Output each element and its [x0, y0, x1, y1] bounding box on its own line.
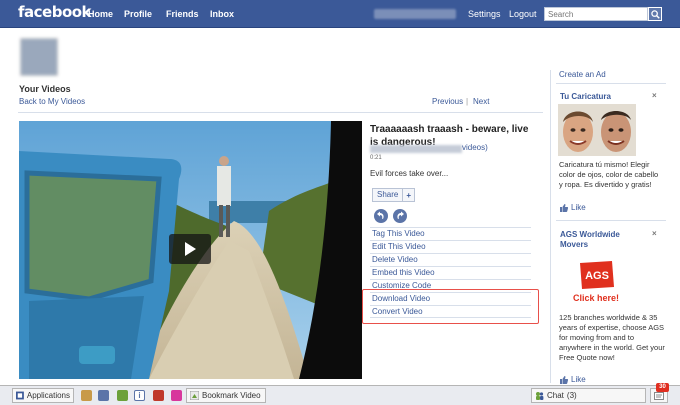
- page-title: Your Videos: [19, 84, 71, 94]
- caricature-faces: [558, 104, 636, 156]
- rotate-left-icon: [377, 211, 384, 219]
- nav-friends-link[interactable]: Friends: [166, 9, 199, 19]
- blurred-username[interactable]: [374, 9, 456, 19]
- ad2-like-button[interactable]: Like: [560, 375, 586, 384]
- next-link[interactable]: Next: [473, 97, 489, 106]
- search-input[interactable]: [544, 7, 648, 21]
- nav-inbox-link[interactable]: Inbox: [210, 9, 234, 19]
- video-duration: 0:21: [370, 155, 382, 161]
- create-ad-link[interactable]: Create an Ad: [559, 70, 606, 79]
- highlight-box: [362, 289, 539, 324]
- top-navigation-bar: facebook Home Profile Friends Inbox Sett…: [0, 0, 680, 28]
- notifications-count-badge: 30: [656, 383, 669, 392]
- ad2-close-icon[interactable]: ×: [652, 229, 657, 238]
- video-player[interactable]: [19, 121, 362, 379]
- right-column-divider: [550, 70, 551, 383]
- share-button[interactable]: Share +: [372, 188, 416, 202]
- ad1-close-icon[interactable]: ×: [652, 91, 657, 100]
- thumbs-up-icon: [560, 375, 568, 384]
- chat-label: Chat: [547, 391, 564, 400]
- blurred-uploader-name[interactable]: [370, 145, 462, 153]
- ad1-text: Caricatura tú mismo! Elegir color de ojo…: [559, 160, 659, 189]
- photos-icon[interactable]: [81, 390, 92, 401]
- ad2-like-label: Like: [571, 375, 586, 384]
- thumbs-up-icon: [560, 203, 568, 212]
- chat-users-icon: [536, 392, 544, 400]
- divider: [556, 220, 666, 221]
- people-icon[interactable]: [117, 390, 128, 401]
- nav-home-link[interactable]: Home: [88, 9, 113, 19]
- rotate-right-button[interactable]: [393, 209, 407, 223]
- ad1-like-label: Like: [571, 203, 586, 212]
- divider: [556, 83, 666, 84]
- pager-separator: |: [466, 97, 469, 106]
- back-to-my-videos-link[interactable]: Back to My Videos: [19, 97, 85, 106]
- delete-video-link[interactable]: Delete Video: [370, 253, 531, 266]
- nav-profile-link[interactable]: Profile: [124, 9, 152, 19]
- search-button[interactable]: [648, 7, 662, 21]
- ags-logo: AGS: [580, 261, 614, 289]
- groups-icon[interactable]: [98, 390, 109, 401]
- video-description: Evil forces take over...: [370, 169, 449, 178]
- play-icon: [185, 242, 196, 256]
- ad2-text: 125 branches worldwide & 35 years of exp…: [559, 313, 665, 362]
- chat-count: (3): [566, 391, 577, 400]
- ad1-image[interactable]: [558, 104, 636, 156]
- bookmark-icon: [190, 391, 199, 400]
- bookmark-video-button[interactable]: Bookmark Video: [186, 388, 266, 403]
- nav-settings-link[interactable]: Settings: [468, 9, 501, 19]
- chat-button[interactable]: Chat (3): [531, 388, 646, 403]
- tag-video-link[interactable]: Tag This Video: [370, 227, 531, 240]
- applications-label: Applications: [26, 391, 70, 400]
- uploader-videos-link[interactable]: videos): [462, 143, 488, 152]
- ad2-title[interactable]: AGS Worldwide Movers: [560, 230, 650, 250]
- facebook-logo[interactable]: facebook: [18, 3, 92, 21]
- ad2-logo-image[interactable]: AGS: [576, 259, 618, 291]
- applications-icon: [16, 391, 24, 400]
- search-icon: [650, 9, 660, 19]
- gifts-icon[interactable]: [171, 390, 182, 401]
- profile-picture[interactable]: [20, 38, 58, 76]
- ad2-click-here[interactable]: Click here!: [573, 293, 619, 303]
- ags-logo-text: AGS: [585, 270, 609, 282]
- previous-link[interactable]: Previous: [432, 97, 463, 106]
- play-button[interactable]: [169, 234, 211, 264]
- ad1-title[interactable]: Tu Caricatura: [560, 92, 611, 102]
- info-icon[interactable]: i: [134, 390, 145, 401]
- divider: [18, 112, 543, 113]
- rotate-left-button[interactable]: [374, 209, 388, 223]
- bookmark-video-label: Bookmark Video: [202, 391, 261, 400]
- applications-button[interactable]: Applications: [12, 388, 74, 403]
- ad1-like-button[interactable]: Like: [560, 203, 586, 212]
- notifications-icon: [654, 391, 664, 400]
- share-label: Share: [373, 189, 404, 201]
- nav-logout-link[interactable]: Logout: [509, 9, 537, 19]
- embed-video-link[interactable]: Embed this Video: [370, 266, 531, 279]
- share-plus-icon: +: [406, 190, 412, 200]
- notes-icon[interactable]: [153, 390, 164, 401]
- edit-video-link[interactable]: Edit This Video: [370, 240, 531, 253]
- rotate-right-icon: [397, 211, 404, 219]
